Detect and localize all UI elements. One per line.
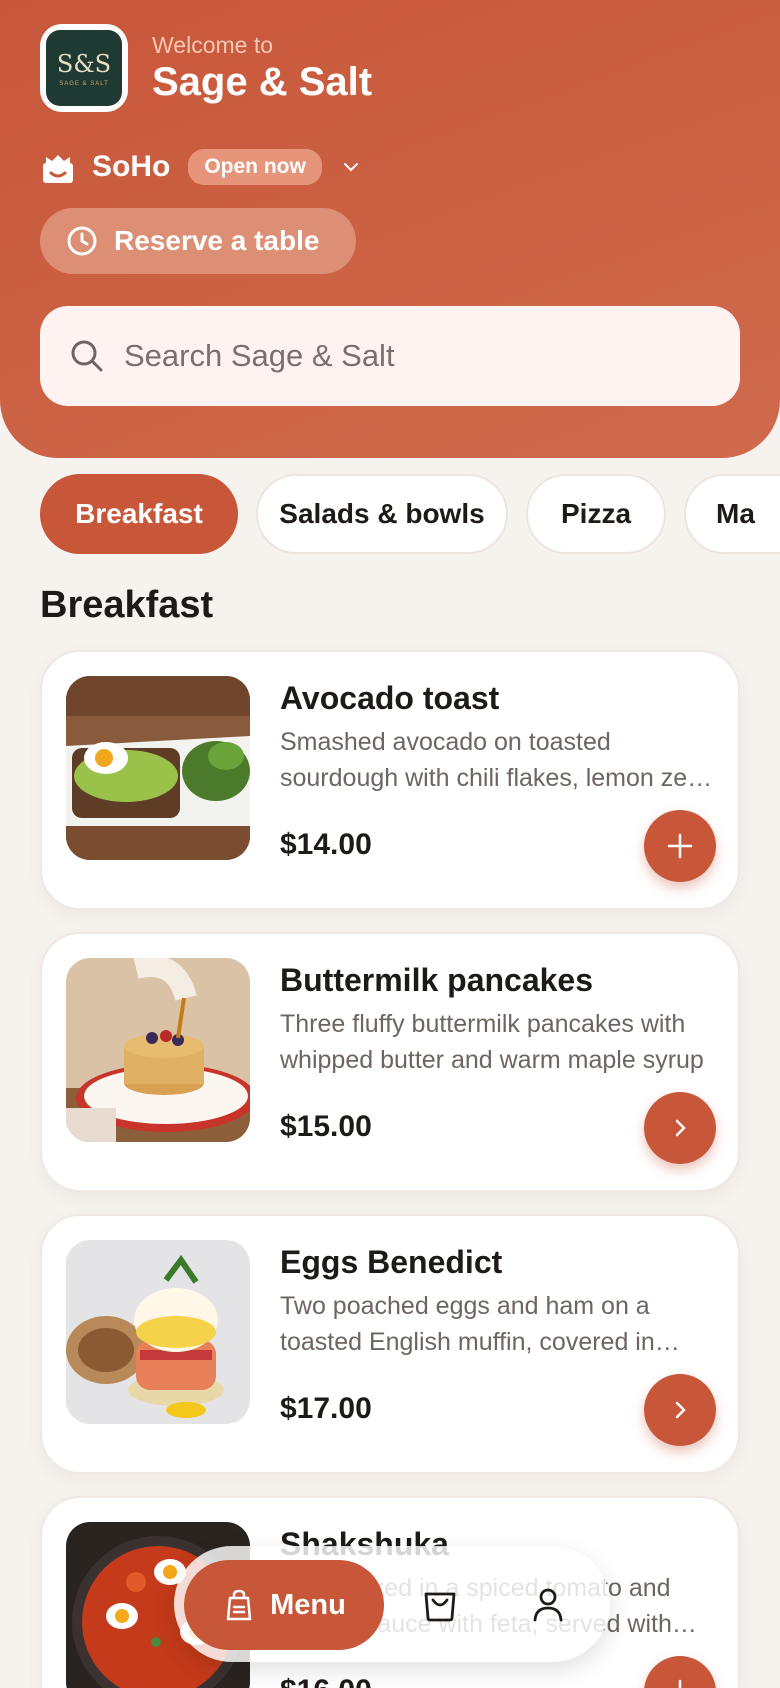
tab-breakfast[interactable]: Breakfast — [40, 474, 238, 554]
menu-item-card[interactable]: Buttermilk pancakes Three fluffy butterm… — [40, 932, 740, 1192]
view-options-button[interactable] — [644, 1092, 716, 1164]
menu-item-card[interactable]: Eggs Benedict Two poached eggs and ham o… — [40, 1214, 740, 1474]
item-price: $16.00 — [280, 1674, 372, 1688]
chevron-right-icon — [675, 1401, 686, 1419]
header: S&S SAGE & SALT Welcome to Sage & Salt S… — [0, 0, 780, 458]
reserve-table-label: Reserve a table — [114, 225, 320, 256]
clock-icon — [67, 226, 97, 256]
item-title: Buttermilk pancakes — [280, 962, 594, 998]
restaurant-logo: S&S SAGE & SALT — [40, 24, 128, 112]
item-description: Smashed avocado on toasted sourdough wit… — [280, 728, 707, 792]
search-icon — [71, 340, 103, 372]
section-title: Breakfast — [40, 584, 214, 626]
item-price: $14.00 — [280, 828, 372, 861]
item-title: Eggs Benedict — [280, 1244, 503, 1280]
item-description: Three fluffy buttermilk pancakes with wh… — [280, 1010, 704, 1074]
chevron-right-icon — [675, 1119, 686, 1137]
restaurant-name: Sage & Salt — [152, 60, 373, 104]
tab-salads-bowls[interactable]: Salads & bowls — [256, 474, 508, 554]
chevron-down-icon[interactable] — [342, 158, 360, 176]
welcome-text: Welcome to — [152, 32, 274, 58]
item-photo — [66, 676, 250, 860]
item-price: $17.00 — [280, 1392, 372, 1425]
item-description: Two poached eggs and ham on a toasted En… — [280, 1292, 655, 1356]
search-bar[interactable] — [40, 306, 740, 406]
tab-pizza[interactable]: Pizza — [526, 474, 666, 554]
add-item-button[interactable] — [644, 1656, 716, 1688]
category-tabs: Breakfast Salads & bowls Pizza Ma — [40, 474, 780, 554]
store-icon — [43, 155, 73, 183]
item-title: Avocado toast — [280, 680, 500, 716]
logo-mark: S&S — [56, 49, 112, 78]
add-item-button[interactable] — [644, 810, 716, 882]
reserve-table-button[interactable]: Reserve a table — [40, 208, 356, 274]
nav-menu-button[interactable]: Menu — [184, 1560, 384, 1650]
status-badge: Open now — [188, 149, 322, 185]
logo-subtitle: SAGE & SALT — [59, 80, 109, 87]
menu-bag-icon — [226, 1589, 252, 1621]
item-photo — [66, 958, 250, 1142]
search-input[interactable] — [124, 338, 684, 374]
view-options-button[interactable] — [644, 1374, 716, 1446]
item-price: $15.00 — [280, 1110, 372, 1143]
shopping-bag-icon[interactable] — [420, 1584, 460, 1624]
menu-item-card[interactable]: Avocado toast Smashed avocado on toasted… — [40, 650, 740, 910]
user-icon[interactable] — [528, 1584, 568, 1624]
nav-menu-label: Menu — [270, 1588, 346, 1621]
location-selector[interactable]: SoHo Open now — [40, 148, 360, 186]
plus-icon — [678, 1679, 682, 1688]
item-photo — [66, 1240, 250, 1424]
plus-icon — [667, 833, 693, 859]
bottom-nav: Menu — [174, 1546, 610, 1662]
location-name: SoHo — [92, 150, 171, 183]
tab-more[interactable]: Ma — [684, 474, 780, 554]
